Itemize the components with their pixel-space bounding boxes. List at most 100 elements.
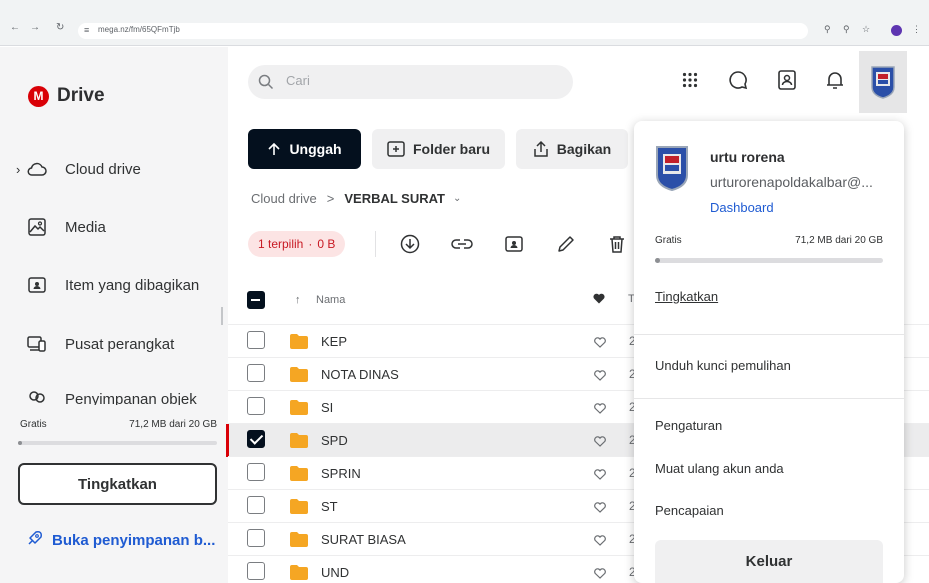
- account-menu: urtu rorena urturorenapoldakalbar@... Da…: [634, 121, 904, 583]
- row-checkbox[interactable]: [247, 331, 265, 349]
- zoom-icon[interactable]: ⚲: [843, 24, 850, 35]
- menu-divider: [634, 334, 904, 335]
- folder-icon: [290, 400, 308, 420]
- browser-menu-icon[interactable]: ⋮: [912, 24, 921, 35]
- sidebar-item-shared[interactable]: Item yang dibagikan: [0, 265, 228, 305]
- menu-item-achievements[interactable]: Pencapaian: [655, 503, 724, 518]
- column-header-name[interactable]: Nama: [316, 294, 345, 306]
- menu-item-reload-account[interactable]: Muat ulang akun anda: [655, 461, 784, 476]
- breadcrumb-root[interactable]: Cloud drive: [251, 191, 317, 206]
- account-avatar-button[interactable]: [859, 51, 907, 113]
- row-checkbox[interactable]: [247, 397, 265, 415]
- sidebar-item-object-storage[interactable]: Penyimpanan objek: [0, 383, 228, 405]
- select-all-checkbox[interactable]: [247, 291, 265, 309]
- chat-icon[interactable]: [725, 67, 751, 93]
- selection-badge: 1 terpilih · 0 B: [248, 231, 346, 257]
- account-storage-usage: 71,2 MB dari 20 GB: [795, 235, 883, 246]
- chevron-down-icon[interactable]: ⌄: [453, 193, 461, 204]
- search-input[interactable]: [286, 73, 546, 88]
- folder-icon: [290, 334, 308, 354]
- arrow-up-icon: [267, 142, 281, 156]
- open-storage-link[interactable]: Buka penyimpanan b...: [26, 529, 215, 551]
- contacts-icon[interactable]: [774, 67, 800, 93]
- reload-icon[interactable]: ↻: [56, 22, 64, 33]
- row-name: NOTA DINAS: [321, 367, 399, 382]
- police-badge-avatar-icon: [871, 66, 895, 99]
- row-checkbox[interactable]: [247, 364, 265, 382]
- sort-arrow-up-icon[interactable]: ↑: [295, 294, 301, 306]
- trash-icon[interactable]: [604, 231, 630, 257]
- menu-item-settings[interactable]: Pengaturan: [655, 418, 722, 433]
- folder-icon: [290, 433, 308, 453]
- browser-profile-avatar[interactable]: [891, 25, 902, 36]
- heart-outline-icon[interactable]: [594, 566, 606, 583]
- row-name: SPRIN: [321, 466, 361, 481]
- chevron-right-icon[interactable]: ›: [16, 162, 20, 177]
- heart-outline-icon[interactable]: [594, 335, 606, 353]
- new-folder-button[interactable]: Folder baru: [372, 129, 505, 169]
- sidebar-scrollbar[interactable]: [221, 307, 223, 325]
- storage-usage-text: 71,2 MB dari 20 GB: [129, 419, 217, 430]
- account-plan: Gratis: [655, 235, 682, 246]
- storage-usage-bar-fill: [18, 441, 22, 445]
- heart-outline-icon[interactable]: [594, 533, 606, 551]
- menu-upgrade-link[interactable]: Tingkatkan: [655, 289, 718, 304]
- row-name: UND: [321, 565, 350, 580]
- bookmark-star-icon[interactable]: ☆: [862, 24, 870, 35]
- rename-pencil-icon[interactable]: [553, 231, 579, 257]
- url-text: mega.nz/fm/65QFmTjb: [98, 25, 180, 34]
- object-storage-icon: [27, 387, 47, 405]
- heart-outline-icon[interactable]: [594, 401, 606, 419]
- sidebar-item-label: Cloud drive: [65, 160, 141, 178]
- row-checkbox[interactable]: [247, 463, 265, 481]
- upload-button[interactable]: Unggah: [248, 129, 361, 169]
- share-label: Bagikan: [556, 141, 612, 157]
- heart-outline-icon[interactable]: [594, 368, 606, 386]
- heart-outline-icon[interactable]: [594, 500, 606, 518]
- folder-icon: [290, 367, 308, 387]
- folder-icon: [290, 499, 308, 519]
- folder-icon: [290, 565, 308, 583]
- row-name: KEP: [321, 334, 348, 349]
- logout-button[interactable]: Keluar: [655, 540, 883, 583]
- heart-outline-icon[interactable]: [594, 434, 606, 452]
- sidebar-item-cloud-drive[interactable]: › Cloud drive: [0, 149, 228, 189]
- share-folder-icon[interactable]: [501, 231, 527, 257]
- site-settings-icon[interactable]: ≡: [84, 25, 89, 35]
- breadcrumb: Cloud drive > VERBAL SURAT ⌄: [251, 191, 461, 206]
- storage-usage-bar: [18, 441, 217, 445]
- password-key-icon[interactable]: ⚲: [824, 24, 831, 35]
- image-icon: [27, 217, 47, 237]
- selection-dot: ·: [308, 237, 313, 251]
- apps-grid-icon[interactable]: [677, 67, 703, 93]
- browser-toolbar: ← → ↻ ≡ mega.nz/fm/65QFmTjb ⚲ ⚲ ☆ ⋮: [0, 0, 929, 46]
- share-button[interactable]: Bagikan: [516, 129, 628, 169]
- mega-logo-icon: M: [28, 85, 49, 107]
- row-checkbox[interactable]: [247, 562, 265, 580]
- new-folder-label: Folder baru: [412, 141, 490, 157]
- row-name: SURAT BIASA: [321, 532, 406, 547]
- address-bar[interactable]: ≡ mega.nz/fm/65QFmTjb: [78, 23, 808, 39]
- sidebar-item-devices[interactable]: Pusat perangkat: [0, 324, 228, 364]
- forward-icon[interactable]: →: [30, 22, 40, 33]
- sidebar-item-media[interactable]: Media: [0, 207, 228, 247]
- mega-logo[interactable]: M Drive: [28, 85, 105, 107]
- row-checkbox[interactable]: [247, 496, 265, 514]
- download-icon[interactable]: [397, 231, 423, 257]
- back-icon[interactable]: ←: [10, 22, 20, 33]
- menu-item-recovery-key[interactable]: Unduh kunci pemulihan: [655, 358, 791, 373]
- new-folder-icon: [387, 141, 405, 157]
- heart-outline-icon[interactable]: [594, 467, 606, 485]
- favourite-heart-icon[interactable]: [593, 291, 605, 309]
- link-icon[interactable]: [449, 231, 475, 257]
- police-badge-avatar-icon: [656, 146, 688, 191]
- search-box[interactable]: [248, 65, 573, 99]
- upgrade-button[interactable]: Tingkatkan: [18, 463, 217, 505]
- row-checkbox[interactable]: [247, 430, 265, 448]
- notifications-bell-icon[interactable]: [822, 67, 848, 93]
- open-storage-label: Buka penyimpanan b...: [52, 531, 216, 549]
- breadcrumb-current[interactable]: VERBAL SURAT: [344, 191, 445, 206]
- rocket-icon: [26, 529, 44, 551]
- row-checkbox[interactable]: [247, 529, 265, 547]
- dashboard-link[interactable]: Dashboard: [710, 200, 774, 215]
